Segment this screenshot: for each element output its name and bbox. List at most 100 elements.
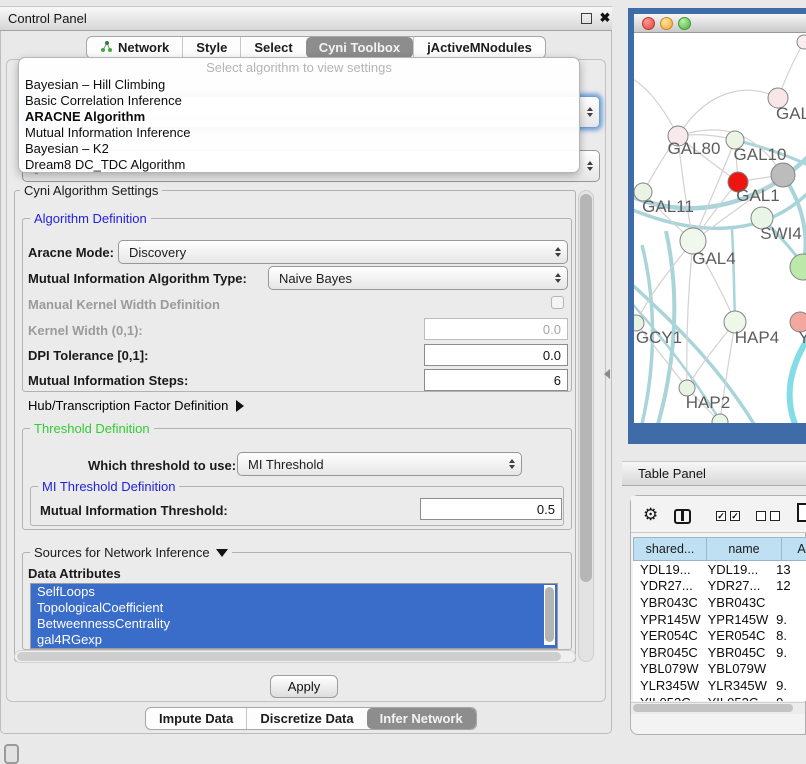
algorithm-option-bayesian-k2[interactable]: Bayesian – K2 (19, 141, 579, 157)
table-row[interactable]: YBL079WYBL079W (633, 661, 806, 678)
dropdown-placeholder: Select algorithm to view settings (19, 58, 579, 77)
page-icon[interactable] (797, 503, 806, 522)
column-header-a[interactable]: A (782, 537, 806, 561)
mi-steps-field[interactable]: 6 (424, 369, 568, 391)
tab-select[interactable]: Select (240, 37, 305, 58)
data-attributes-list[interactable]: SelfLoopsTopologicalCoefficientBetweenne… (30, 583, 558, 649)
tab-discretize-data[interactable]: Discretize Data (246, 708, 366, 729)
cyni-bottom-tab-bar: Impute Data Discretize Data Infer Network (145, 707, 477, 730)
column-header-name[interactable]: name (707, 537, 782, 561)
network-node-green-right[interactable] (790, 254, 806, 280)
algorithm-option-mutual-information-inference[interactable]: Mutual Information Inference (19, 125, 579, 141)
table-row[interactable]: YLR345WYLR345W9. (633, 677, 806, 694)
network-graph[interactable]: GALGAL80GAL10GAL1GAL11SWI4GAL4GCY1HAP4YH… (634, 33, 806, 423)
hub-definition-label: Hub/Transcription Factor Definition (28, 398, 228, 413)
table-row[interactable]: YER054CYER054C8. (633, 627, 806, 644)
settings-horizontal-scrollbar-thumb[interactable] (17, 652, 561, 661)
table-row[interactable]: YPR145WYPR145W9. (633, 611, 806, 628)
which-threshold-label: Which threshold to use: (88, 458, 236, 473)
columns-icon[interactable] (674, 509, 691, 524)
attributes-scrollbar-thumb[interactable] (545, 587, 554, 642)
zoom-window-icon[interactable] (678, 17, 691, 30)
close-window-icon[interactable] (642, 17, 655, 30)
table-cell: YLR345W (701, 678, 770, 693)
checked-box-icon[interactable]: ✓ (716, 511, 726, 521)
collapsed-panel-icon[interactable] (4, 744, 19, 764)
node-label-gal4: GAL4 (692, 249, 735, 268)
unchecked-box-icon[interactable] (756, 511, 766, 521)
tab-cyni-toolbox-label: Cyni Toolbox (319, 40, 400, 55)
node-label-swi4: SWI4 (760, 224, 802, 243)
table-cell: 9. (769, 695, 806, 701)
table-cell: YBR043C (633, 595, 701, 610)
attribute-item-gal4rgexp[interactable]: gal4RGexp (31, 632, 557, 648)
attribute-item-betweennesscentrality[interactable]: BetweennessCentrality (31, 616, 557, 632)
node-label-gal-upper: GAL (776, 104, 806, 123)
aracne-mode-combobox[interactable]: Discovery (118, 240, 568, 264)
table-cell: 9. (769, 612, 806, 627)
table-cell: YDR27... (701, 578, 770, 593)
checked-box-icon[interactable]: ✓ (730, 511, 740, 521)
algorithm-option-dream8-dc-tdc-algorithm[interactable]: Dream8 DC_TDC Algorithm (19, 157, 579, 173)
table-cell: YER054C (701, 628, 770, 643)
apply-button[interactable]: Apply (270, 675, 338, 698)
table-cell: YER054C (633, 628, 701, 643)
network-node-gray-node[interactable] (771, 163, 795, 187)
node-label-hap4: HAP4 (735, 328, 779, 347)
table-row[interactable]: YBR043CYBR043C (633, 594, 806, 611)
mi-threshold-group-title: MI Threshold Definition (38, 479, 179, 494)
table-horizontal-scrollbar-thumb[interactable] (633, 704, 793, 712)
sources-group-title[interactable]: Sources for Network Inference (30, 545, 232, 560)
tab-network[interactable]: Network (87, 37, 182, 58)
attribute-item-selfloops[interactable]: SelfLoops (31, 584, 557, 600)
table-row[interactable]: YBR045CYBR045C9. (633, 644, 806, 661)
network-edge (634, 75, 678, 136)
network-node-top-cut[interactable] (797, 35, 806, 49)
algorithm-option-basic-correlation-inference[interactable]: Basic Correlation Inference (19, 93, 579, 109)
table-row[interactable]: YDL19...YDL19...13 (633, 561, 806, 578)
combo-arrows-icon (587, 107, 593, 117)
close-panel-button[interactable]: ✖ (597, 8, 613, 28)
table-row[interactable]: YDR27...YDR27...12 (633, 578, 806, 595)
algorithm-option-bayesian-hill-climbing[interactable]: Bayesian – Hill Climbing (19, 77, 579, 93)
tab-discretize-data-label: Discretize Data (260, 711, 353, 726)
table-cell: YIL052C (701, 695, 770, 701)
kernel-width-label: Kernel Width (0,1): (28, 323, 143, 338)
sources-title-label: Sources for Network Inference (34, 545, 210, 560)
unchecked-box-icon[interactable] (770, 511, 780, 521)
node-label-gal11: GAL11 (642, 197, 694, 216)
table-cell: 9. (769, 645, 806, 660)
tab-cyni-toolbox[interactable]: Cyni Toolbox (306, 37, 413, 58)
table-cell: YBL079W (701, 661, 770, 676)
gear-icon[interactable]: ⚙ (643, 505, 658, 525)
attribute-item-topologicalcoefficient[interactable]: TopologicalCoefficient (31, 600, 557, 616)
hub-definition-expander[interactable]: Hub/Transcription Factor Definition (28, 398, 244, 413)
minimize-window-icon[interactable] (660, 17, 673, 30)
threshold-definition-title: Threshold Definition (30, 421, 154, 436)
tab-impute-data[interactable]: Impute Data (146, 708, 246, 729)
network-node-bottom-cut[interactable] (712, 414, 728, 423)
tab-style[interactable]: Style (182, 37, 240, 58)
panel-divider-handle[interactable] (604, 369, 610, 379)
control-panel-title: Control Panel (8, 6, 87, 31)
mi-type-label: Mutual Information Algorithm Type: (28, 271, 247, 286)
network-canvas[interactable]: GALGAL80GAL10GAL1GAL11SWI4GAL4GCY1HAP4YH… (634, 33, 806, 423)
tab-select-label: Select (254, 40, 292, 55)
algorithm-definition-title: Algorithm Definition (30, 211, 151, 226)
tab-network-label: Network (118, 40, 169, 55)
manual-kernel-checkbox[interactable] (551, 296, 564, 309)
which-threshold-combobox[interactable]: MI Threshold (237, 452, 522, 476)
float-window-button[interactable] (581, 13, 592, 24)
settings-group-title: Cyni Algorithm Settings (20, 183, 162, 198)
dpi-tolerance-field[interactable]: 0.0 (424, 344, 568, 366)
table-row[interactable]: YIL052CYIL052C9. (633, 694, 806, 701)
algorithm-option-aracne-algorithm[interactable]: ARACNE Algorithm (19, 109, 579, 125)
mi-type-combobox[interactable]: Naive Bayes (268, 266, 568, 290)
settings-vertical-scrollbar-thumb[interactable] (580, 194, 592, 582)
node-label-gal10: GAL10 (734, 145, 787, 164)
kernel-width-field[interactable]: 0.0 (424, 318, 568, 340)
mi-threshold-field[interactable]: 0.5 (420, 498, 562, 520)
tab-infer-network[interactable]: Infer Network (367, 708, 476, 729)
tab-jactivemnodules[interactable]: jActiveMNodules (413, 37, 545, 58)
column-header-shared[interactable]: shared... (633, 537, 707, 561)
